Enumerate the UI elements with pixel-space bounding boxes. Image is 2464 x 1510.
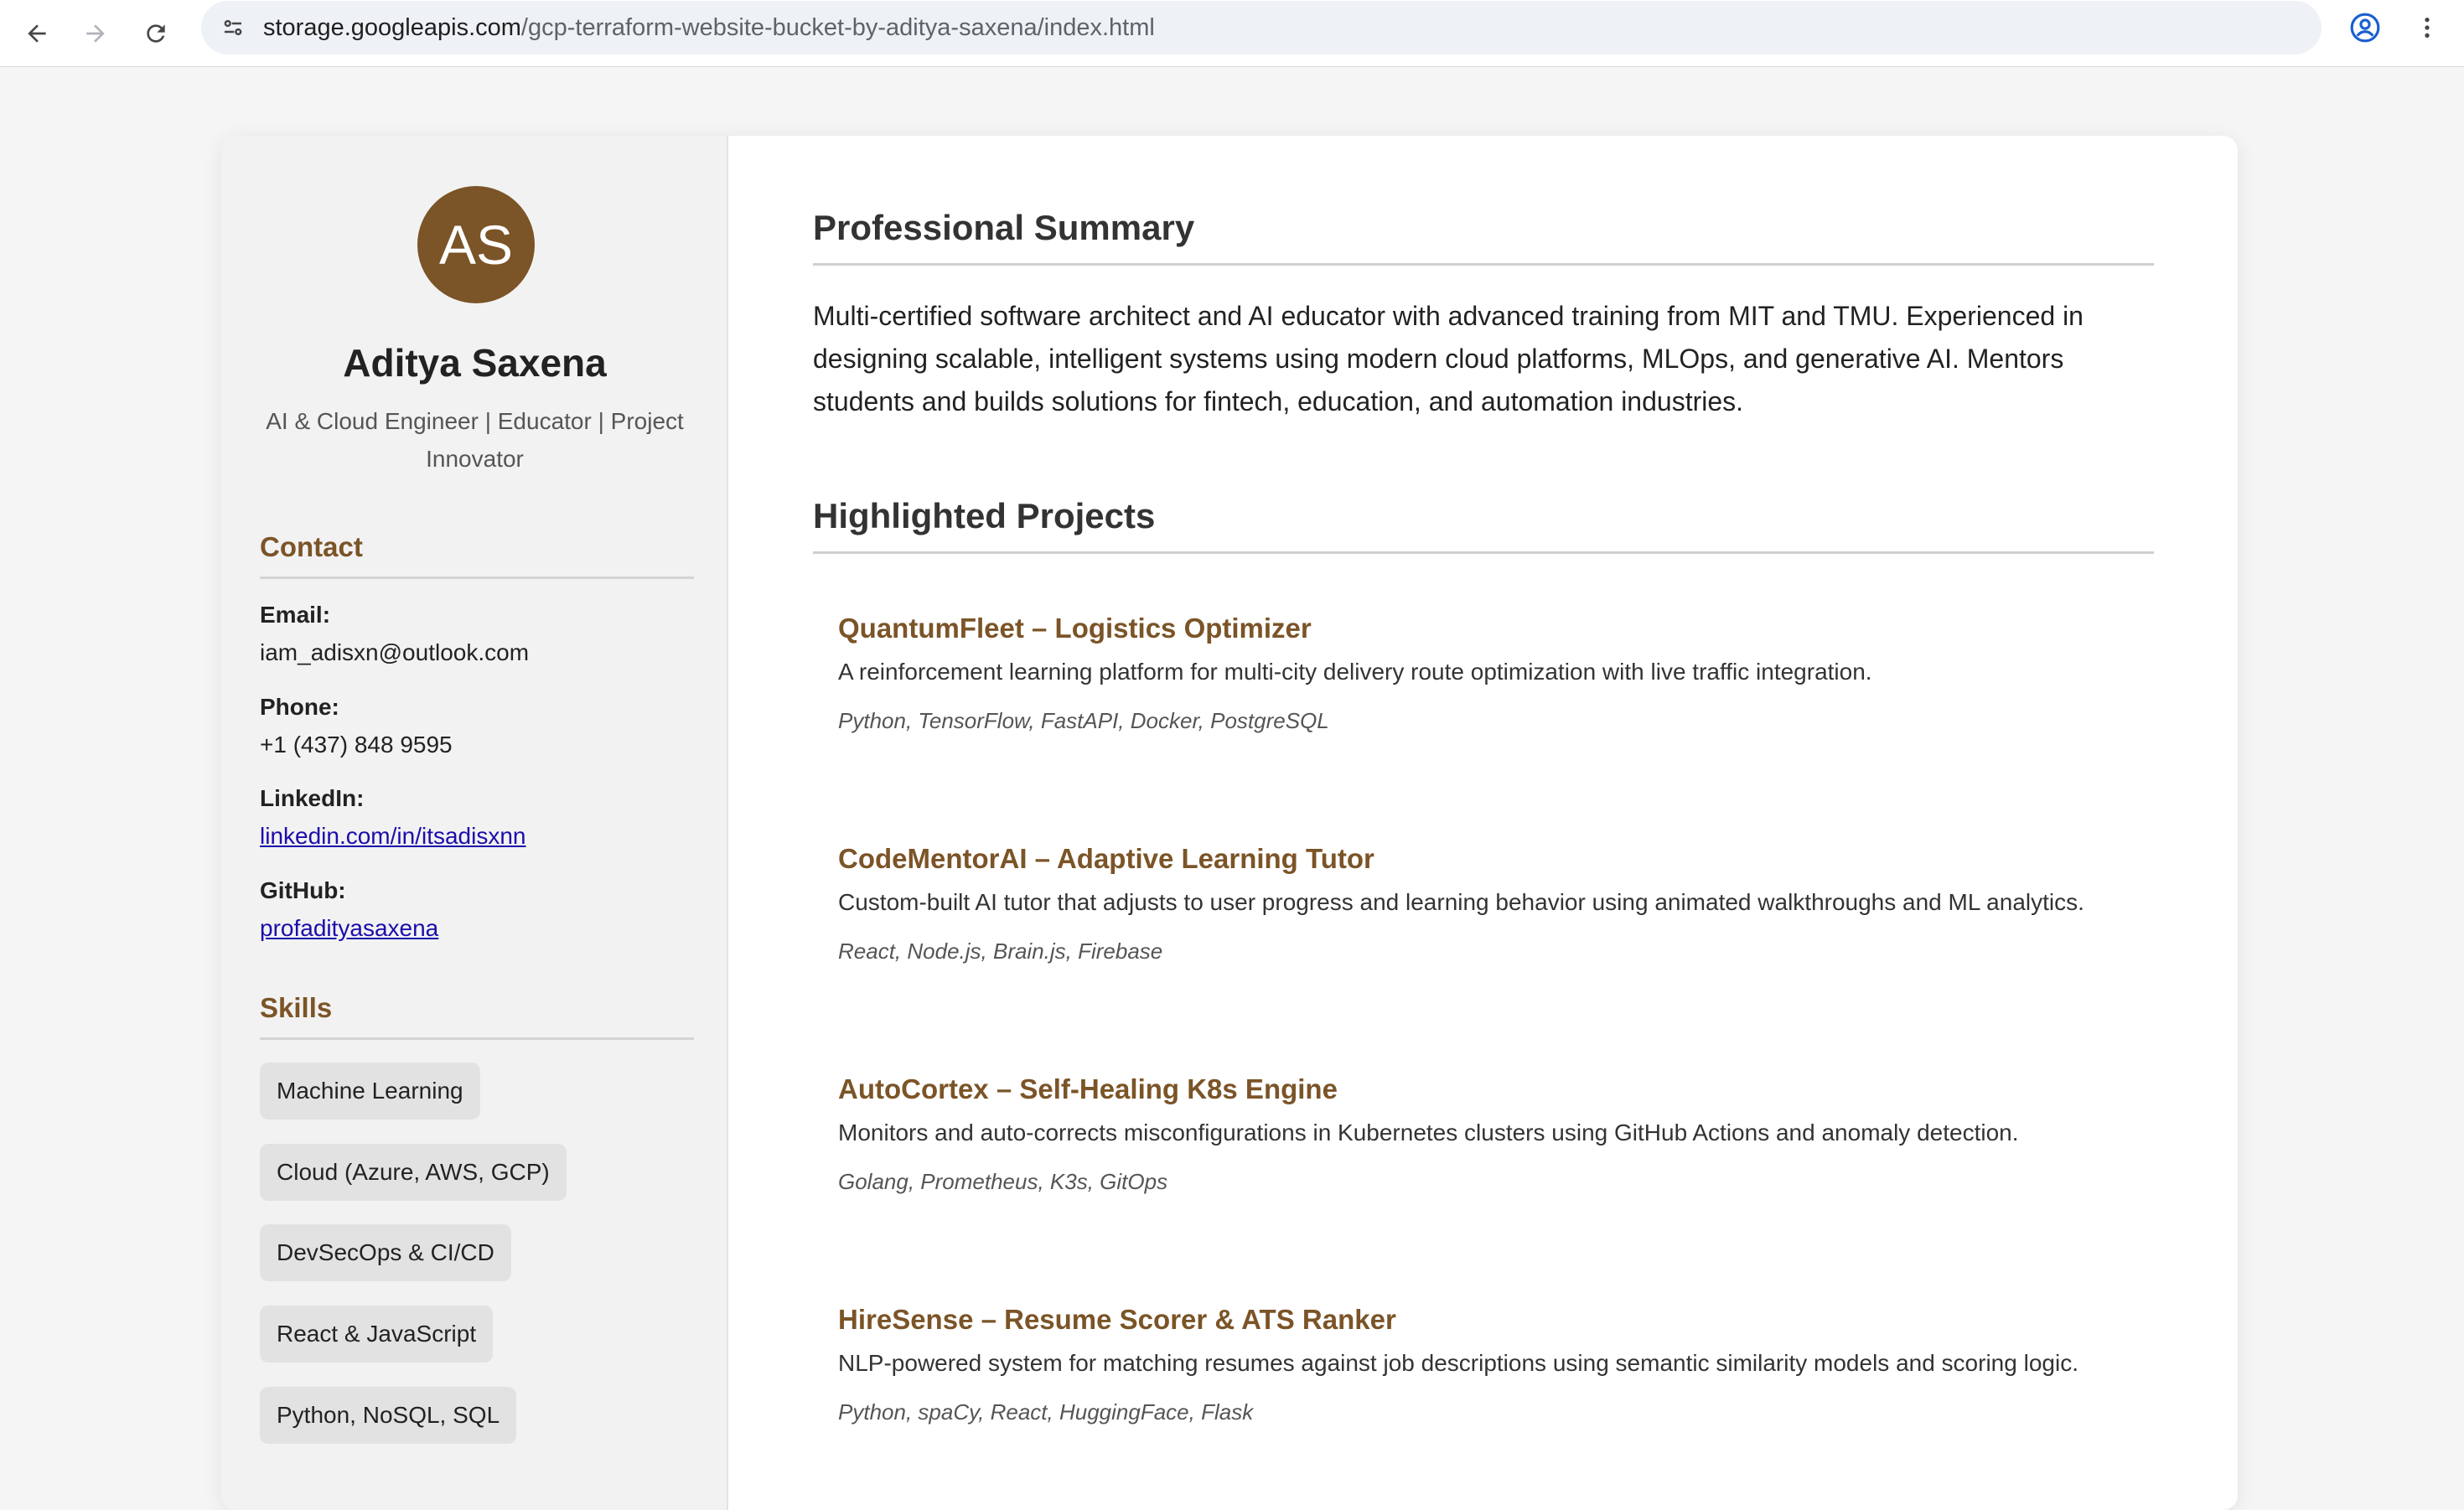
email-value: iam_adisxn@outlook.com bbox=[260, 639, 530, 665]
browser-menu-button[interactable] bbox=[2405, 6, 2449, 49]
reload-button[interactable] bbox=[134, 12, 178, 55]
project-item: HireSense – Resume Scorer & ATS Ranker N… bbox=[838, 1303, 2146, 1425]
profile-button[interactable] bbox=[2343, 6, 2387, 49]
summary-text: Multi-certified software architect and A… bbox=[813, 301, 2084, 416]
bookmark-button[interactable] bbox=[2459, 6, 2464, 49]
site-info-icon bbox=[224, 19, 242, 36]
profile-tagline: AI & Cloud Engineer | Educator | Project… bbox=[266, 408, 684, 472]
url-text[interactable]: storage.googleapis.com/gcp-terraform-web… bbox=[263, 13, 1155, 42]
skill-chip: Machine Learning bbox=[260, 1063, 480, 1120]
avatar: AS bbox=[417, 186, 535, 303]
project-title: AutoCortex – Self-Healing K8s Engine bbox=[838, 1073, 1338, 1104]
project-item: QuantumFleet – Logistics Optimizer A rei… bbox=[838, 612, 2146, 734]
profile-icon bbox=[2350, 13, 2380, 43]
phone-value: +1 (437) 848 9595 bbox=[260, 732, 453, 758]
project-title: CodeMentorAI – Adaptive Learning Tutor bbox=[838, 843, 1374, 874]
project-description: Monitors and auto-corrects misconfigurat… bbox=[838, 1120, 2019, 1145]
forward-button[interactable] bbox=[74, 12, 117, 55]
project-tech-stack: Golang, Prometheus, K3s, GitOps bbox=[838, 1169, 1168, 1194]
back-arrow-icon bbox=[28, 24, 46, 43]
back-button[interactable] bbox=[15, 12, 59, 55]
forward-arrow-icon bbox=[86, 24, 105, 43]
linkedin-link[interactable]: linkedin.com/in/itsadisxnn bbox=[260, 823, 526, 850]
project-description: NLP-powered system for matching resumes … bbox=[838, 1350, 2078, 1376]
skill-chip: Python, NoSQL, SQL bbox=[260, 1387, 517, 1444]
browser-toolbar: storage.googleapis.com/gcp-terraform-web… bbox=[0, 0, 2464, 67]
github-link[interactable]: profadityasaxena bbox=[260, 915, 438, 942]
url-path: /gcp-terraform-website-bucket-by-aditya-… bbox=[520, 14, 1155, 41]
site-info-button[interactable] bbox=[213, 8, 253, 48]
github-label: GitHub: bbox=[260, 877, 346, 903]
project-tech-stack: Python, TensorFlow, FastAPI, Docker, Pos… bbox=[838, 708, 1329, 733]
project-tech-stack: React, Node.js, Brain.js, Firebase bbox=[838, 939, 1163, 964]
sidebar: AS Aditya Saxena AI & Cloud Engineer | E… bbox=[221, 136, 728, 1510]
contact-heading: Contact bbox=[260, 531, 694, 579]
reload-icon bbox=[147, 24, 165, 43]
main-content: Professional Summary Multi-certified sof… bbox=[729, 136, 2238, 1510]
project-description: Custom-built AI tutor that adjusts to us… bbox=[838, 889, 2084, 915]
phone-label: Phone: bbox=[260, 694, 339, 720]
summary-heading: Professional Summary bbox=[813, 208, 2154, 266]
project-description: A reinforcement learning platform for mu… bbox=[838, 659, 1872, 685]
profile-name: Aditya Saxena bbox=[343, 341, 607, 385]
project-item: CodeMentorAI – Adaptive Learning Tutor C… bbox=[838, 842, 2146, 964]
project-tech-stack: Python, spaCy, React, HuggingFace, Flask bbox=[838, 1399, 1254, 1425]
project-title: HireSense – Resume Scorer & ATS Ranker bbox=[838, 1304, 1396, 1335]
project-title: QuantumFleet – Logistics Optimizer bbox=[838, 613, 1312, 644]
projects-heading: Highlighted Projects bbox=[813, 496, 2154, 554]
skill-chip: React & JavaScript bbox=[260, 1306, 494, 1363]
email-label: Email: bbox=[260, 602, 331, 628]
linkedin-label: LinkedIn: bbox=[260, 785, 365, 811]
skill-chip: Cloud (Azure, AWS, GCP) bbox=[260, 1144, 567, 1201]
kebab-menu-icon bbox=[2425, 18, 2430, 38]
project-item: AutoCortex – Self-Healing K8s Engine Mon… bbox=[838, 1073, 2146, 1195]
resume-card: AS Aditya Saxena AI & Cloud Engineer | E… bbox=[221, 136, 2238, 1510]
address-bar[interactable]: storage.googleapis.com/gcp-terraform-web… bbox=[201, 1, 2322, 54]
skills-heading: Skills bbox=[260, 992, 694, 1040]
url-host: storage.googleapis.com bbox=[263, 14, 521, 41]
skill-chip: DevSecOps & CI/CD bbox=[260, 1224, 511, 1281]
